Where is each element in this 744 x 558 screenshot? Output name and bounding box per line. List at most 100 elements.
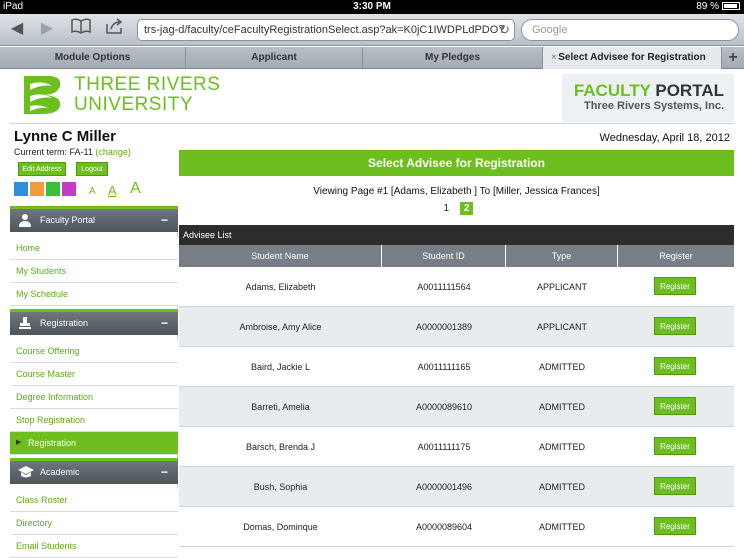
table-row: Baird, Jackie L A0011111165 ADMITTED Reg… [179, 347, 734, 387]
change-term-link[interactable]: (change) [95, 147, 131, 157]
advisee-list-header: Advisee List [179, 225, 734, 245]
collapse-icon[interactable]: − [161, 461, 168, 484]
student-type: ADMITTED [539, 522, 585, 532]
sidebar-item-home[interactable]: Home [10, 237, 178, 260]
sidebar-item-course-master[interactable]: Course Master [10, 363, 178, 386]
table-row: Adams, Elizabeth A0011111564 APPLICANT R… [179, 267, 734, 307]
new-tab-icon[interactable]: + [722, 47, 744, 69]
clock: 3:30 PM [353, 1, 391, 12]
current-term: Current term: FA-11 (change) [14, 147, 131, 157]
bookmarks-icon[interactable] [70, 18, 92, 40]
sidebar-section-registration[interactable]: Registration − [10, 309, 178, 335]
tab-select-advisee[interactable]: × Select Advisee for Registration [543, 47, 722, 69]
student-id: A0000089604 [415, 522, 473, 532]
student-type: ADMITTED [539, 362, 585, 372]
page-link-1[interactable]: 1 [440, 202, 454, 215]
collapse-icon[interactable]: − [161, 209, 168, 232]
table-row: Ambroise, Amy Alice A0000001389 APPLICAN… [179, 307, 734, 347]
battery-icon [722, 2, 740, 10]
sidebar-item-directory[interactable]: Directory [10, 512, 178, 535]
graduation-cap-icon [18, 465, 34, 479]
faculty-portal-brand: FACULTY PORTAL Three Rivers Systems, Inc… [562, 74, 734, 122]
page-link-2[interactable]: 2 [459, 202, 474, 215]
column-type[interactable]: Type [506, 245, 618, 267]
student-id: A0000001496 [415, 482, 473, 492]
stamp-icon [18, 316, 32, 330]
theme-swatch-magenta[interactable] [62, 182, 76, 196]
sidebar-section-academic[interactable]: Academic − [10, 458, 178, 484]
register-button[interactable]: Register [654, 437, 696, 455]
register-button[interactable]: Register [654, 517, 696, 535]
font-size-medium[interactable]: A [108, 183, 117, 198]
sidebar: Faculty Portal − Home My Students My Sch… [10, 206, 178, 558]
register-button[interactable]: Register [654, 277, 696, 295]
student-name: Ambroise, Amy Alice [239, 322, 322, 332]
tab-applicant[interactable]: Applicant [186, 47, 363, 69]
register-button[interactable]: Register [654, 317, 696, 335]
sidebar-section-faculty-portal[interactable]: Faculty Portal − [10, 206, 178, 232]
column-student-id[interactable]: Student ID [382, 245, 506, 267]
active-arrow-icon: ▶ [16, 439, 22, 446]
status-bar: iPad 3:30 PM 89 % [0, 0, 744, 14]
tab-my-pledges[interactable]: My Pledges [363, 47, 543, 69]
student-name: Adams, Elizabeth [245, 282, 316, 292]
battery-percent: 89 % [696, 1, 719, 12]
register-button[interactable]: Register [654, 477, 696, 495]
page-title: Select Advisee for Registration [179, 150, 734, 176]
reload-icon[interactable]: ↻ [499, 20, 510, 40]
edit-address-button[interactable]: Edit Address [18, 162, 66, 176]
register-button[interactable]: Register [654, 357, 696, 375]
sidebar-item-degree-information[interactable]: Degree Information [10, 386, 178, 409]
current-date: Wednesday, April 18, 2012 [599, 132, 730, 144]
university-name: THREE RIVERS UNIVERSITY [74, 74, 221, 115]
table-header: Student Name Student ID Type Register [179, 245, 734, 267]
sidebar-item-course-offering[interactable]: Course Offering [10, 340, 178, 363]
logout-button[interactable]: Logout [76, 162, 108, 176]
site-banner: THREE RIVERS UNIVERSITY FACULTY PORTAL T… [10, 70, 734, 124]
browser-toolbar: ◀ ▶ trs-jag-d/faculty/ceFacultyRegistrat… [0, 14, 744, 46]
table-row: Barsch, Brenda J A0011111175 ADMITTED Re… [179, 427, 734, 467]
web-page: THREE RIVERS UNIVERSITY FACULTY PORTAL T… [0, 70, 744, 558]
theme-swatch-orange[interactable] [30, 182, 44, 196]
collapse-icon[interactable]: − [161, 312, 168, 335]
tab-bar: Module Options Applicant My Pledges × Se… [0, 47, 744, 69]
font-size-large[interactable]: A [130, 180, 141, 198]
search-input[interactable]: Google [521, 19, 739, 41]
student-type: APPLICANT [536, 282, 587, 292]
column-register: Register [659, 251, 693, 261]
student-id: A0000089610 [415, 402, 473, 412]
student-type: APPLICANT [536, 322, 587, 332]
register-button[interactable]: Register [654, 397, 696, 415]
student-name: Barreti, Amelia [251, 402, 310, 412]
student-name: Barsch, Brenda J [245, 442, 316, 452]
theme-swatch-green[interactable] [46, 182, 60, 196]
university-logo [22, 74, 70, 116]
student-type: ADMITTED [539, 442, 585, 452]
address-bar[interactable]: trs-jag-d/faculty/ceFacultyRegistrationS… [137, 19, 515, 41]
sidebar-item-class-roster[interactable]: Class Roster [10, 489, 178, 512]
student-id: A0011111165 [417, 362, 471, 372]
forward-icon[interactable]: ▶ [36, 18, 58, 40]
theme-swatch-blue[interactable] [14, 182, 28, 196]
sidebar-item-stop-registration[interactable]: Stop Registration [10, 409, 178, 432]
font-size-small[interactable]: A [89, 186, 96, 197]
student-id: A0011111175 [417, 442, 471, 452]
student-type: ADMITTED [539, 482, 585, 492]
sidebar-item-my-schedule[interactable]: My Schedule [10, 283, 178, 306]
user-name: Lynne C Miller [14, 128, 116, 145]
sidebar-item-email-students[interactable]: Email Students [10, 535, 178, 558]
student-type: ADMITTED [539, 402, 585, 412]
back-icon[interactable]: ◀ [6, 18, 28, 40]
tab-close-icon[interactable]: × [551, 47, 557, 69]
share-icon[interactable] [104, 18, 126, 40]
sidebar-item-my-students[interactable]: My Students [10, 260, 178, 283]
tab-module-options[interactable]: Module Options [0, 47, 186, 69]
pagination: 1 2 [179, 202, 734, 215]
main-content: Select Advisee for Registration Viewing … [179, 150, 734, 558]
column-student-name[interactable]: Student Name [179, 245, 382, 267]
table-row: Bush, Sophia A0000001496 ADMITTED Regist… [179, 467, 734, 507]
student-name: Domas, Dominque [243, 522, 318, 532]
student-id: A0000001389 [415, 322, 473, 332]
url-text: trs-jag-d/faculty/ceFacultyRegistrationS… [144, 24, 506, 36]
sidebar-item-registration[interactable]: ▶ Registration [10, 432, 178, 455]
